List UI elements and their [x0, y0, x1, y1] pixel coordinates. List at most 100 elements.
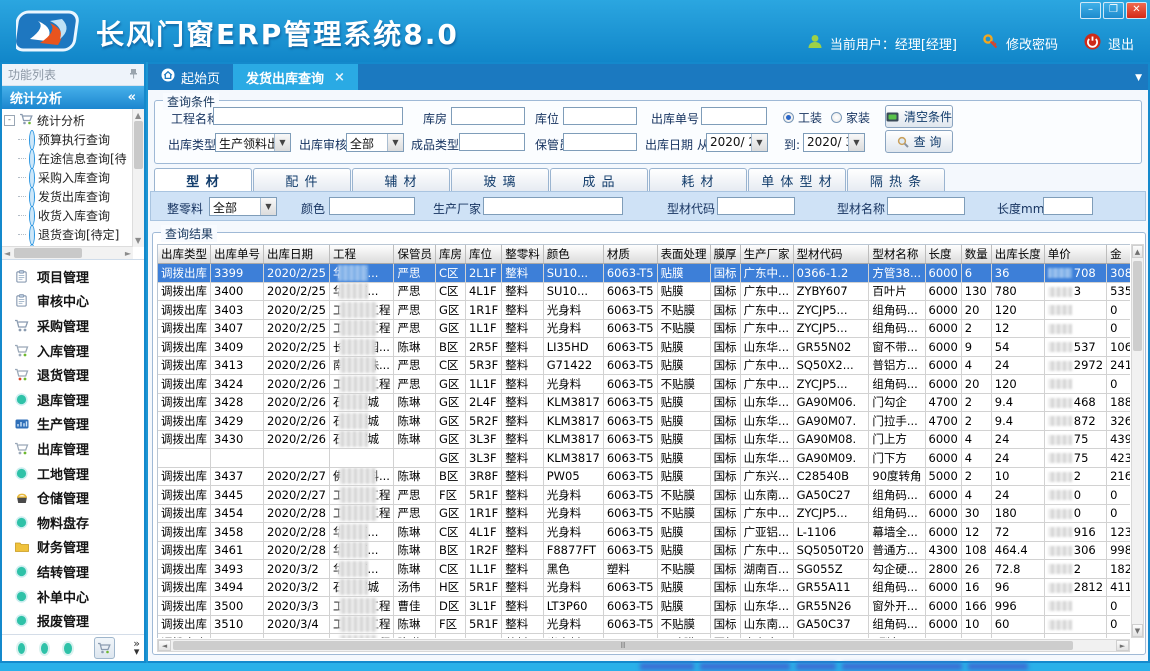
table-row[interactable]: G区3L3F整料KLM38176063-T5贴膜国标山东华...GA90M09.…	[158, 449, 1130, 468]
material-tab-3[interactable]: 玻 璃	[451, 168, 549, 191]
column-header[interactable]: 库房	[435, 245, 465, 264]
material-tab-5[interactable]: 耗 材	[649, 168, 747, 191]
profile-code-input[interactable]	[717, 197, 795, 215]
column-header[interactable]: 型材名称	[869, 245, 925, 264]
change-password-link[interactable]: 修改密码	[1006, 34, 1058, 53]
sidebar-item-inventory-count[interactable]: 物料盘存	[2, 510, 144, 535]
manufacturer-input[interactable]	[483, 197, 623, 215]
keeper-input[interactable]	[563, 133, 637, 151]
sidebar-item-return-warehouse-mgmt[interactable]: 退库管理	[2, 387, 144, 412]
scroll-left-icon[interactable]: ◄	[158, 640, 171, 651]
tree-item-transit-info-query[interactable]: 在途信息查询[待	[4, 149, 132, 168]
tab-shipment-outbound-query[interactable]: 发货出库查询×	[233, 64, 358, 90]
table-row[interactable]: 调拨出库34072020/2/25工务共工程严思G区1L1F整料光身料6063-…	[158, 319, 1130, 338]
logout-link[interactable]: 退出	[1108, 34, 1134, 53]
audit-select[interactable]: 全部▼	[346, 133, 404, 152]
length-input[interactable]	[1043, 197, 1093, 215]
sidebar-item-site-mgmt[interactable]: 工地管理	[2, 461, 144, 486]
tree-horizontal-scrollbar[interactable]: ◄ ►	[2, 246, 133, 259]
column-header[interactable]: 出库长度	[991, 245, 1044, 264]
tab-close-icon[interactable]: ×	[334, 70, 345, 85]
material-tab-1[interactable]: 配 件	[253, 168, 351, 191]
tree-root[interactable]: - 统计分析	[4, 111, 132, 130]
sidebar-item-warehouse-mgmt[interactable]: 仓储管理	[2, 485, 144, 510]
sidebar-item-finance-mgmt[interactable]: 财务管理	[2, 535, 144, 560]
table-row[interactable]: 调拨出库34092020/2/25长城家园...陈琳B区2R5F整料LI35HD…	[158, 338, 1130, 357]
column-header[interactable]: 单价	[1044, 245, 1106, 264]
table-row[interactable]: 调拨出库35102020/3/4工务共工程陈琳F区5R1F整料光身料6063-T…	[158, 615, 1130, 634]
table-row[interactable]: 调拨出库34242020/2/26工务共工程严思G区1L1F整料光身料6063-…	[158, 375, 1130, 394]
sidebar-item-purchase-mgmt[interactable]: 采购管理	[2, 313, 144, 338]
column-header[interactable]: 出库类型	[158, 245, 211, 264]
material-tab-2[interactable]: 辅 材	[352, 168, 450, 191]
tree-item-purchase-inbound-query[interactable]: 采购入库查询	[4, 168, 132, 187]
column-header[interactable]: 型材代码	[793, 245, 869, 264]
sidebar-item-carryover-mgmt[interactable]: 结转管理	[2, 559, 144, 584]
sidebar-item-production-mgmt[interactable]: 生产管理	[2, 412, 144, 437]
table-row[interactable]: 调拨出库34372020/2/27佛山材料...陈琳B区3R8F整料PW0560…	[158, 467, 1130, 486]
footer-cart-button[interactable]	[94, 637, 116, 659]
table-row[interactable]: 调拨出库34612020/2/28华润原...陈琳B区1R2F整料F8877FT…	[158, 541, 1130, 560]
column-header[interactable]: 出库日期	[264, 245, 330, 264]
column-header[interactable]: 整零料	[502, 245, 544, 264]
material-tab-7[interactable]: 隔 热 条	[847, 168, 945, 191]
vertical-scroll-thumb[interactable]	[1133, 261, 1142, 351]
table-row[interactable]: 调拨出库35002020/3/3工务共工程曹佳D区3L1F整料LT3P60606…	[158, 597, 1130, 616]
column-header[interactable]: 颜色	[543, 245, 603, 264]
out-type-select[interactable]: 生产领料出库▼	[215, 133, 291, 152]
whole-piece-select[interactable]: 全部▼	[209, 197, 277, 216]
table-row[interactable]: 调拨出库34282020/2/26石湾辉城陈琳G区2L4F整料KLM381760…	[158, 393, 1130, 412]
table-row[interactable]: 调拨出库33992020/2/25华润原...严思C区2L1F整料SU10...…	[158, 264, 1130, 283]
table-row[interactable]: 调拨出库34582020/2/28华润原...陈琳C区4L1F整料光身料6063…	[158, 523, 1130, 542]
scroll-down-icon[interactable]: ▼	[1132, 624, 1143, 637]
order-no-input[interactable]	[701, 107, 767, 125]
collapse-icon[interactable]: «	[128, 90, 136, 105]
table-row[interactable]: 调拨出库35122020/3/4工务共工程陈琳F区1L2F整料光身料6063-T…	[158, 634, 1130, 639]
material-tab-0[interactable]: 型 材	[154, 168, 252, 191]
material-tab-4[interactable]: 成 品	[550, 168, 648, 191]
tree-item-returns-query[interactable]: 退货查询[待定]	[4, 225, 132, 244]
tree-item-budget-exec-query[interactable]: 预算执行查询	[4, 130, 132, 149]
table-row[interactable]: 调拨出库34932020/3/2华润原...陈琳C区1L1F整料黑色塑料不贴膜国…	[158, 560, 1130, 579]
tab-start-page[interactable]: 起始页	[148, 64, 233, 90]
tab-overflow-arrow[interactable]: ▼	[1135, 73, 1142, 83]
column-header[interactable]: 金	[1107, 245, 1130, 264]
location-input[interactable]	[563, 107, 637, 125]
maximize-button[interactable]: ❐	[1103, 2, 1124, 19]
warehouse-input[interactable]	[451, 107, 525, 125]
table-row[interactable]: 调拨出库34002020/2/25华润原...严思C区4L1F整料SU10...…	[158, 282, 1130, 301]
footer-more-button[interactable]: »▾	[133, 640, 140, 656]
column-header[interactable]: 出库单号	[211, 245, 264, 264]
pin-icon[interactable]	[129, 68, 138, 82]
close-button[interactable]: ✕	[1126, 2, 1147, 19]
minimize-button[interactable]: –	[1080, 2, 1101, 19]
column-header[interactable]: 生产厂家	[740, 245, 793, 264]
footer-dot-icon[interactable]	[41, 643, 48, 654]
sidebar-item-audit-center[interactable]: 审核中心	[2, 289, 144, 314]
sidebar-item-returns-mgmt[interactable]: 退货管理	[2, 362, 144, 387]
sidebar-item-scrap-mgmt[interactable]: 报废管理	[2, 608, 144, 633]
tree-vertical-scrollbar[interactable]: ▲ ▼	[132, 109, 144, 247]
sidebar-item-supplement-center[interactable]: 补单中心	[2, 584, 144, 609]
table-row[interactable]: 调拨出库34542020/2/28工务共工程严思G区1R1F整料光身料6063-…	[158, 504, 1130, 523]
footer-dot-icon[interactable]	[64, 643, 71, 654]
sidebar-item-inbound-mgmt[interactable]: 入库管理	[2, 338, 144, 363]
search-button[interactable]: 查 询	[885, 130, 953, 153]
color-input[interactable]	[329, 197, 415, 215]
tree-expander-icon[interactable]: -	[4, 115, 15, 126]
material-tab-6[interactable]: 单 体 型 材	[748, 168, 846, 191]
vertical-scrollbar[interactable]: ▲ ▼	[1131, 244, 1144, 638]
column-header[interactable]: 保管员	[394, 245, 436, 264]
table-row[interactable]: 调拨出库34942020/3/2石湾辉城汤伟H区5R1F整料光身料6063-T5…	[158, 578, 1130, 597]
column-header[interactable]: 材质	[603, 245, 657, 264]
column-header[interactable]: 膜厚	[710, 245, 740, 264]
product-type-input[interactable]	[459, 133, 525, 151]
date-from-select[interactable]: 2020/ 2/16▼	[706, 133, 768, 152]
radio-home[interactable]: 家装	[831, 109, 870, 126]
table-row[interactable]: 调拨出库34302020/2/26石湾辉城陈琳G区3L3F整料KLM381760…	[158, 430, 1130, 449]
column-header[interactable]: 长度	[925, 245, 961, 264]
sidebar-item-outbound-mgmt[interactable]: 出库管理	[2, 436, 144, 461]
table-row[interactable]: 调拨出库34032020/2/25工务共工程严思G区1R1F整料光身料6063-…	[158, 301, 1130, 320]
horizontal-scroll-thumb[interactable]: Ⅲ	[173, 641, 1073, 650]
column-header[interactable]: 库位	[465, 245, 501, 264]
